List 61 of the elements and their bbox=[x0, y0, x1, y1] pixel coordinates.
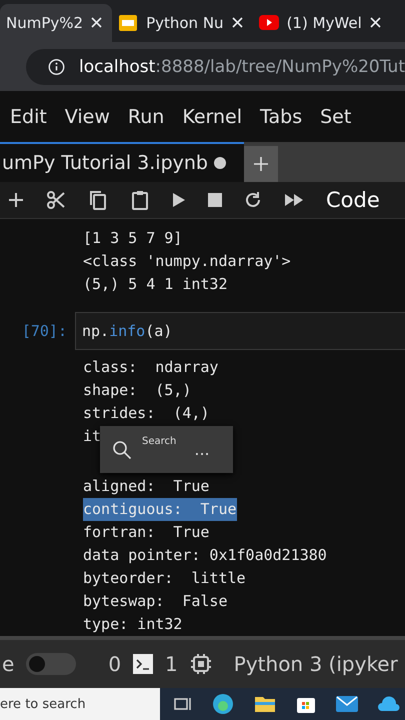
output-line: type: int32 bbox=[83, 614, 182, 636]
search-icon[interactable] bbox=[112, 440, 132, 460]
output-line: (5,) 5 4 1 int32 bbox=[83, 274, 228, 296]
tab-title: Python Nu bbox=[146, 14, 224, 32]
browser-tab[interactable]: (1) MyWel bbox=[252, 4, 391, 42]
output-line: it bbox=[83, 426, 102, 448]
task-view-icon[interactable] bbox=[174, 696, 192, 712]
cloud-icon[interactable] bbox=[378, 695, 400, 713]
output-line: <class 'numpy.ndarray'> bbox=[83, 251, 291, 272]
menu-item[interactable]: Edit bbox=[10, 106, 47, 128]
play-icon[interactable] bbox=[172, 192, 186, 208]
refresh-icon[interactable] bbox=[244, 191, 262, 209]
cell-prompt: [70]: bbox=[20, 322, 68, 340]
tab-title: NumPy%2 bbox=[6, 14, 84, 32]
output-line: strides: (4,) bbox=[83, 403, 210, 424]
play-icon bbox=[258, 15, 279, 30]
slides-icon bbox=[118, 12, 138, 33]
tab-title: (1) MyWel bbox=[286, 14, 362, 32]
close-icon[interactable] bbox=[91, 17, 102, 28]
output-line: shape: (5,) bbox=[83, 380, 192, 402]
output-line: aligned: True bbox=[83, 476, 210, 498]
mail-icon[interactable] bbox=[336, 696, 358, 712]
notebook-tab[interactable]: umPy Tutorial 3.ipynb bbox=[0, 142, 244, 182]
output-line: class: ndarray bbox=[83, 357, 218, 378]
browser-icon[interactable] bbox=[212, 693, 234, 715]
fast-forward-icon[interactable] bbox=[284, 193, 304, 207]
info-icon bbox=[48, 56, 65, 76]
chip-icon bbox=[190, 653, 212, 676]
output-line: [1 3 5 7 9] bbox=[83, 228, 182, 250]
folder-icon[interactable] bbox=[254, 695, 276, 713]
terminal-icon bbox=[133, 654, 154, 674]
search-label[interactable]: Search bbox=[142, 436, 176, 448]
menu-item[interactable]: View bbox=[64, 106, 110, 128]
copy-icon[interactable] bbox=[88, 190, 108, 210]
address-field[interactable]: localhost:8888/lab/tree/NumPy%20Tut bbox=[26, 48, 405, 84]
add-icon[interactable] bbox=[8, 192, 24, 208]
kernel-count: 1 bbox=[165, 652, 178, 676]
output-line: byteswap: False bbox=[83, 591, 228, 612]
close-icon[interactable] bbox=[370, 17, 381, 28]
output-line: data pointer: 0x1f0a0d21380 bbox=[83, 545, 327, 566]
plus-icon[interactable] bbox=[254, 156, 268, 171]
mode-label: e bbox=[2, 652, 14, 676]
menu-item[interactable]: Tabs bbox=[260, 106, 302, 128]
menu-item[interactable]: Set bbox=[320, 106, 352, 128]
menu-item[interactable]: Kernel bbox=[182, 106, 242, 128]
code-input[interactable]: np.info(a) bbox=[75, 312, 405, 350]
cell-type-dropdown[interactable]: Code bbox=[326, 188, 380, 212]
taskbar-search-field[interactable]: ere to search bbox=[0, 688, 160, 720]
mode-toggle[interactable] bbox=[26, 653, 76, 676]
close-icon[interactable] bbox=[232, 17, 243, 28]
browser-tab[interactable]: NumPy%2 bbox=[0, 4, 112, 42]
clipboard-icon[interactable] bbox=[130, 190, 150, 210]
output-line: byteorder: little bbox=[83, 568, 246, 590]
menu-item[interactable]: Run bbox=[128, 106, 164, 128]
terminal-count: 0 bbox=[108, 652, 122, 676]
browser-tab[interactable]: Python Nu bbox=[112, 4, 253, 42]
scissors-icon[interactable] bbox=[46, 190, 66, 210]
new-tab-button[interactable] bbox=[244, 146, 278, 182]
output-line: fortran: True bbox=[83, 522, 210, 544]
kernel-name[interactable]: Python 3 (ipyker bbox=[234, 652, 398, 676]
more-button[interactable]: ... bbox=[194, 440, 210, 460]
